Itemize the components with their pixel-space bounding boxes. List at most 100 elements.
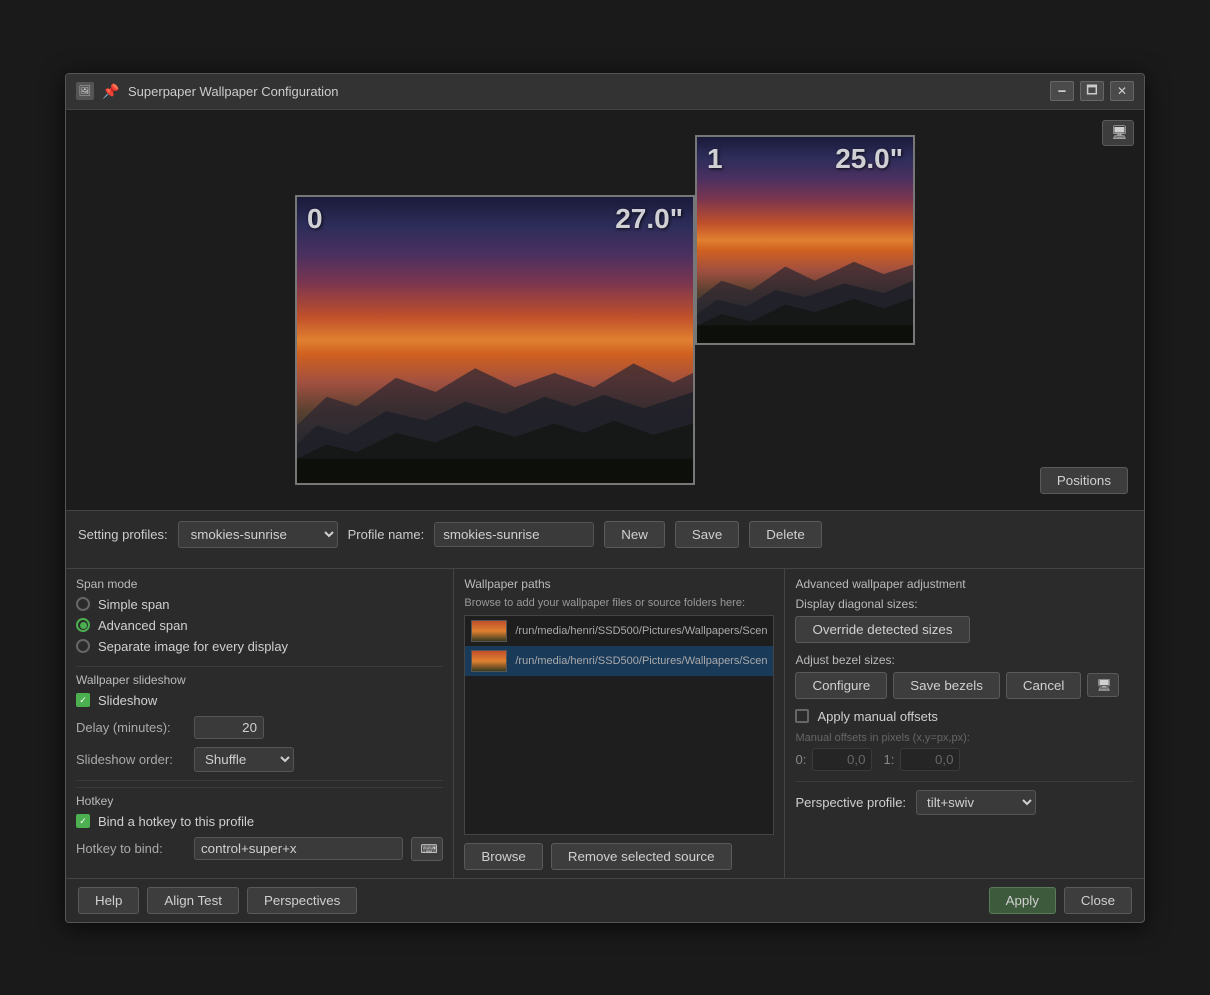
hotkey-row: Hotkey to bind: ⌨ — [76, 837, 443, 861]
override-sizes-button[interactable]: Override detected sizes — [795, 616, 969, 643]
display-sizes-label: Display diagonal sizes: — [795, 597, 1134, 611]
wallpaper-item-1[interactable]: /run/media/henri/SSD500/Pictures/Wallpap… — [465, 646, 773, 676]
order-label: Slideshow order: — [76, 752, 186, 767]
new-button[interactable]: New — [604, 521, 665, 548]
hotkey-title: Hotkey — [76, 787, 443, 808]
hotkey-checkbox — [76, 814, 90, 828]
bezel-row: Configure Save bezels Cancel 🖥 — [795, 672, 1134, 699]
bezel-section: Adjust bezel sizes: Configure Save bezel… — [795, 653, 1134, 699]
perspective-select[interactable]: tilt+swiv none tilt swivel — [916, 790, 1036, 815]
align-test-button[interactable]: Align Test — [147, 887, 239, 914]
setting-profiles-label: Setting profiles: — [78, 527, 168, 542]
close-button[interactable]: Close — [1064, 887, 1132, 914]
slideshow-label: Slideshow — [98, 693, 157, 708]
wallpaper-thumb-1 — [471, 650, 507, 672]
wallpaper-browse-hint: Browse to add your wallpaper files or so… — [464, 597, 774, 609]
monitor-1[interactable]: 1 25.0" — [695, 135, 915, 345]
perspective-row: Perspective profile: tilt+swiv none tilt… — [795, 781, 1134, 815]
hotkey-input[interactable] — [194, 837, 403, 860]
minimize-button[interactable]: 🗕 — [1050, 81, 1074, 101]
delay-row: Delay (minutes): — [76, 716, 443, 739]
wallpaper-item-0[interactable]: /run/media/henri/SSD500/Pictures/Wallpap… — [465, 616, 773, 646]
perspectives-button[interactable]: Perspectives — [247, 887, 357, 914]
positions-button[interactable]: Positions — [1040, 467, 1128, 494]
titlebar: 🖼 📌 Superpaper Wallpaper Configuration 🗕… — [66, 74, 1144, 110]
manual-offset-section: Apply manual offsets Manual offsets in p… — [795, 709, 1134, 771]
profile-row: Setting profiles: smokies-sunrise Profil… — [78, 521, 1132, 548]
browse-button[interactable]: Browse — [464, 843, 542, 870]
manual-offset-checkbox — [795, 709, 809, 723]
manual-offset-toggle[interactable]: Apply manual offsets — [795, 709, 1134, 724]
slideshow-title: Wallpaper slideshow — [76, 666, 443, 687]
delay-label: Delay (minutes): — [76, 720, 186, 735]
wallpaper-path-1: /run/media/henri/SSD500/Pictures/Wallpap… — [515, 655, 767, 667]
slideshow-toggle[interactable]: Slideshow — [76, 693, 443, 708]
delete-button[interactable]: Delete — [749, 521, 822, 548]
delay-input[interactable] — [194, 716, 264, 739]
order-row: Slideshow order: Shuffle Alphabetical Ra… — [76, 747, 443, 772]
wallpaper-list[interactable]: /run/media/henri/SSD500/Pictures/Wallpap… — [464, 615, 774, 835]
bottom-right-buttons: Apply Close — [989, 887, 1132, 914]
pin-icon[interactable]: 📌 — [102, 82, 120, 100]
apply-button[interactable]: Apply — [989, 887, 1056, 914]
cancel-bezel-button[interactable]: Cancel — [1006, 672, 1082, 699]
titlebar-controls: 🗕 🗖 ✕ — [1050, 81, 1134, 101]
monitor-1-size: 25.0" — [835, 143, 903, 175]
span-mode-radio-group: Simple span Advanced span Separate image… — [76, 597, 443, 654]
offset-0-input — [812, 748, 872, 771]
order-select[interactable]: Shuffle Alphabetical Random — [194, 747, 294, 772]
bottom-left-buttons: Help Align Test Perspectives — [78, 887, 357, 914]
wallpaper-path-0: /run/media/henri/SSD500/Pictures/Wallpap… — [515, 625, 767, 637]
bottom-bar: Help Align Test Perspectives Apply Close — [66, 878, 1144, 922]
restore-button[interactable]: 🗖 — [1080, 81, 1104, 101]
radio-advanced-span[interactable]: Advanced span — [76, 618, 443, 633]
hotkey-key-label: Hotkey to bind: — [76, 841, 186, 856]
offset-0-row: 0: 1: — [795, 748, 1134, 771]
hotkey-bind-label: Bind a hotkey to this profile — [98, 814, 254, 829]
titlebar-left: 🖼 📌 Superpaper Wallpaper Configuration — [76, 82, 339, 100]
preview-icon-button[interactable]: 🖥 — [1102, 120, 1134, 146]
perspective-label: Perspective profile: — [795, 795, 906, 810]
hotkey-section: Hotkey Bind a hotkey to this profile Hot… — [76, 780, 443, 861]
radio-simple-span[interactable]: Simple span — [76, 597, 443, 612]
app-icon: 🖼 — [76, 82, 94, 100]
monitor-0[interactable]: 0 27.0" — [295, 195, 695, 485]
configure-button[interactable]: Configure — [795, 672, 887, 699]
display-section: Display diagonal sizes: Override detecte… — [795, 597, 1134, 643]
radio-separate-label: Separate image for every display — [98, 639, 288, 654]
radio-simple-circle — [76, 597, 90, 611]
remove-source-button[interactable]: Remove selected source — [551, 843, 732, 870]
wallpaper-thumb-0 — [471, 620, 507, 642]
hotkey-record-button[interactable]: ⌨ — [411, 837, 443, 861]
three-col-layout: Span mode Simple span Advanced span Sepa… — [66, 568, 1144, 878]
slideshow-checkbox — [76, 693, 90, 707]
save-bezels-button[interactable]: Save bezels — [893, 672, 1000, 699]
monitor-1-label: 1 — [707, 143, 723, 175]
radio-separate-span[interactable]: Separate image for every display — [76, 639, 443, 654]
hotkey-toggle[interactable]: Bind a hotkey to this profile — [76, 814, 443, 829]
profile-select[interactable]: smokies-sunrise — [178, 521, 338, 548]
radio-advanced-circle — [76, 618, 90, 632]
bezel-icon-button[interactable]: 🖥 — [1087, 673, 1119, 697]
window-title: Superpaper Wallpaper Configuration — [128, 84, 339, 99]
save-button[interactable]: Save — [675, 521, 739, 548]
profile-name-label: Profile name: — [348, 527, 425, 542]
col-right: Advanced wallpaper adjustment Display di… — [785, 569, 1144, 878]
offset-1-label: 1: — [883, 752, 897, 767]
radio-simple-label: Simple span — [98, 597, 170, 612]
col-middle: Wallpaper paths Browse to add your wallp… — [454, 569, 785, 878]
help-button[interactable]: Help — [78, 887, 139, 914]
close-window-button[interactable]: ✕ — [1110, 81, 1134, 101]
radio-advanced-label: Advanced span — [98, 618, 188, 633]
monitors-container: 0 27.0" 1 25.0" — [295, 135, 915, 485]
offsets-hint: Manual offsets in pixels (x,y=px,px): — [795, 732, 1134, 744]
manual-offset-label: Apply manual offsets — [817, 709, 937, 724]
col-left: Span mode Simple span Advanced span Sepa… — [66, 569, 454, 878]
browse-row: Browse Remove selected source — [464, 843, 774, 870]
advanced-title: Advanced wallpaper adjustment — [795, 577, 1134, 591]
main-window: 🖼 📌 Superpaper Wallpaper Configuration 🗕… — [65, 73, 1145, 923]
monitor-0-size: 27.0" — [615, 203, 683, 235]
profile-name-input[interactable] — [434, 522, 594, 547]
radio-separate-circle — [76, 639, 90, 653]
wallpaper-paths-title: Wallpaper paths — [464, 577, 774, 591]
